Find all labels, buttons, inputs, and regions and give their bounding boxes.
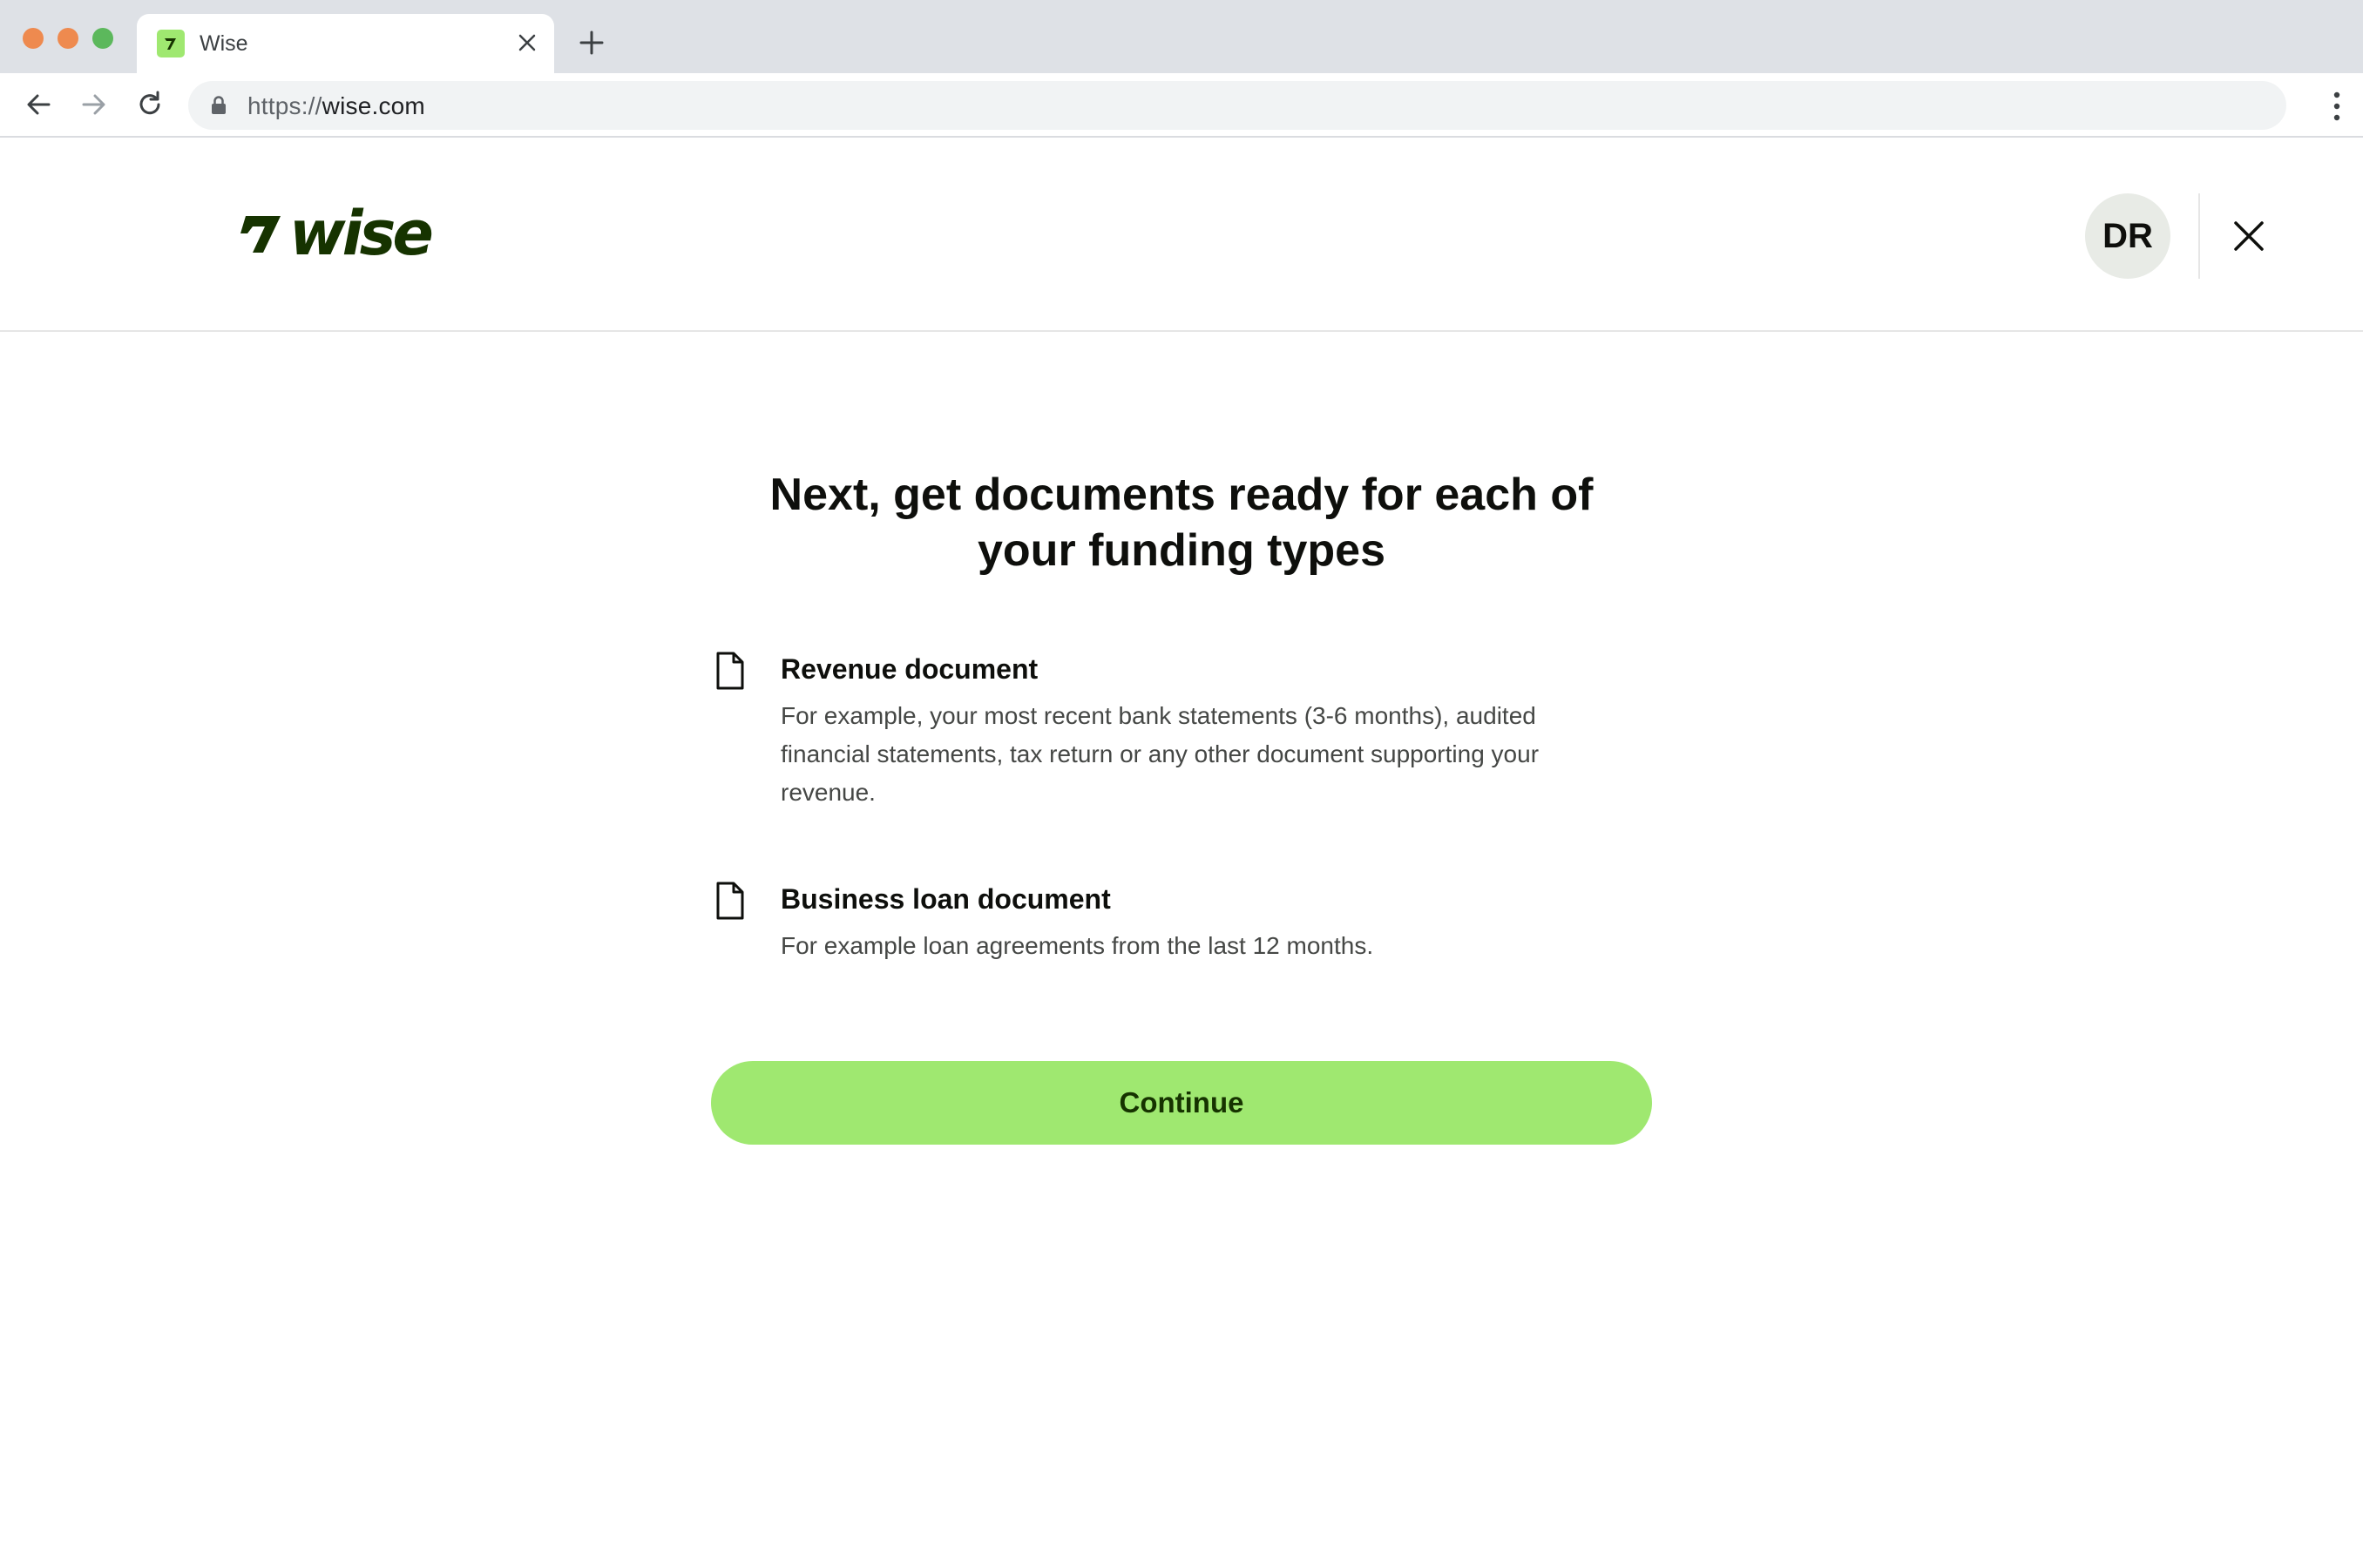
url-text: https://wise.com (247, 92, 425, 120)
address-bar[interactable]: https://wise.com (188, 81, 2286, 130)
window-close-button[interactable] (23, 28, 44, 49)
document-title: Business loan document (781, 883, 1111, 915)
site-header: wise DR (0, 138, 2363, 332)
browser-tab-bar: Wise (0, 0, 2363, 73)
page-title: Next, get documents ready for each of yo… (769, 470, 1594, 576)
document-icon (716, 652, 744, 690)
document-icon (716, 882, 744, 920)
reload-icon[interactable] (134, 89, 166, 120)
window-maximize-button[interactable] (92, 28, 113, 49)
avatar[interactable]: DR (2085, 193, 2170, 279)
continue-button[interactable]: Continue (711, 1061, 1652, 1145)
url-scheme: https:// (247, 92, 322, 119)
new-tab-icon[interactable] (579, 30, 605, 56)
window-minimize-button[interactable] (58, 28, 78, 49)
wise-favicon-icon (157, 30, 185, 57)
tab-close-icon[interactable] (516, 31, 538, 54)
avatar-initials: DR (2102, 216, 2153, 255)
document-description: For example loan agreements from the las… (781, 932, 1374, 959)
header-divider (2198, 193, 2200, 279)
wise-flag-icon (240, 216, 281, 253)
close-icon[interactable] (2229, 216, 2269, 256)
url-host: wise.com (322, 92, 425, 119)
lock-icon (212, 96, 226, 114)
browser-menu-icon[interactable] (2333, 91, 2340, 122)
document-title: Revenue document (781, 653, 1039, 685)
wise-logo[interactable]: wise (240, 203, 434, 264)
forward-arrow-icon[interactable] (78, 89, 110, 120)
document-description: For example, your most recent bank state… (781, 702, 1540, 806)
tab-title: Wise (200, 31, 248, 56)
browser-toolbar: https://wise.com (0, 73, 2363, 138)
logo-wordmark: wise (289, 198, 434, 269)
back-arrow-icon[interactable] (23, 89, 54, 120)
browser-tab[interactable]: Wise (137, 14, 554, 73)
